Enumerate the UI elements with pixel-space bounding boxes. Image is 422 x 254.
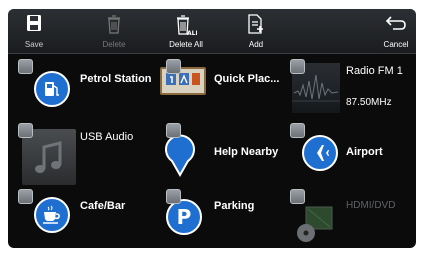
delete-all-label: Delete All <box>169 40 203 49</box>
shortcut-petrol-station[interactable]: Petrol Station <box>8 55 152 115</box>
shortcut-help-nearby[interactable]: Help Nearby <box>144 119 278 179</box>
trash-icon <box>107 14 121 36</box>
parking-letter: P <box>176 205 192 229</box>
parking-checkbox[interactable] <box>166 189 181 204</box>
favorites-edit-screen: Save Delete ALL Delete All <box>8 9 416 248</box>
airport-checkbox[interactable] <box>290 123 305 138</box>
cancel-label: Cancel <box>383 40 409 49</box>
floppy-disk-icon <box>26 14 42 34</box>
trash-all-icon: ALL <box>175 14 199 38</box>
parking-label: Parking <box>214 200 255 212</box>
radio-fm1-checkbox[interactable] <box>290 59 305 74</box>
petrol-pump-icon <box>34 71 70 107</box>
parking-icon: P <box>166 199 202 235</box>
shortcut-quick-place[interactable]: Quick Plac... <box>144 55 280 115</box>
shortcut-grid: Petrol Station Quick Plac... Radio FM 1 … <box>8 55 416 248</box>
delete-all-button[interactable]: ALL Delete All <box>158 9 214 54</box>
svg-text:ALL: ALL <box>187 30 197 36</box>
shortcut-radio-fm1[interactable]: Radio FM 1 87.50MHz <box>280 55 414 115</box>
shortcut-airport[interactable]: Airport <box>280 119 414 179</box>
quick-place-label: Quick Plac... <box>214 73 280 85</box>
add-button[interactable]: Add <box>238 9 274 54</box>
quick-place-checkbox[interactable] <box>166 59 181 74</box>
save-label: Save <box>24 40 44 49</box>
usb-audio-label: USB Audio <box>80 131 134 143</box>
cafe-bar-label: Cafe/Bar <box>80 200 126 212</box>
return-arrow-icon <box>385 14 407 34</box>
radio-station-label: Radio FM 1 <box>346 65 403 77</box>
shortcut-hdmi-dvd[interactable]: HDMI/DVD <box>280 185 414 245</box>
delete-label: Delete <box>102 40 126 49</box>
shortcut-parking[interactable]: P Parking <box>144 185 278 245</box>
hdmi-dvd-checkbox[interactable] <box>290 189 305 204</box>
cancel-button[interactable]: Cancel <box>378 9 414 54</box>
airport-label: Airport <box>346 146 383 158</box>
save-button[interactable]: Save <box>14 9 54 54</box>
document-add-icon <box>247 14 265 36</box>
petrol-station-checkbox[interactable] <box>18 59 33 74</box>
add-label: Add <box>248 40 264 49</box>
usb-audio-checkbox[interactable] <box>18 123 33 138</box>
edit-toolbar: Save Delete ALL Delete All <box>8 9 416 54</box>
shortcut-cafe-bar[interactable]: Cafe/Bar <box>8 185 142 245</box>
help-nearby-checkbox[interactable] <box>166 123 181 138</box>
cafe-bar-checkbox[interactable] <box>18 189 33 204</box>
delete-button[interactable]: Delete <box>92 9 136 54</box>
petrol-station-label: Petrol Station <box>80 73 152 85</box>
coffee-cup-icon <box>34 197 70 233</box>
airplane-icon <box>302 135 338 171</box>
help-nearby-label: Help Nearby <box>214 146 279 158</box>
hdmi-dvd-label: HDMI/DVD <box>346 200 396 211</box>
shortcut-usb-audio[interactable]: USB Audio <box>8 119 142 185</box>
radio-frequency-label: 87.50MHz <box>346 97 392 108</box>
map-pin-icon <box>162 133 198 178</box>
